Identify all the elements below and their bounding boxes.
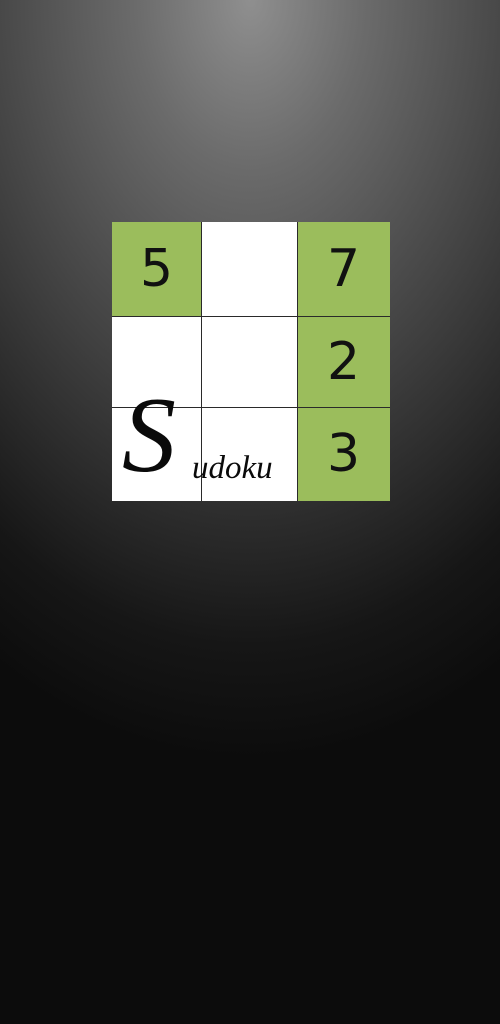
logo-wordmark-initial: S — [122, 376, 176, 495]
logo-wordmark: S udoku — [118, 382, 388, 501]
logo-wordmark-rest: udoku — [192, 450, 273, 486]
logo-cell-r0c0: 5 — [112, 222, 201, 316]
logo-cell-r0c1 — [201, 222, 297, 316]
logo-cell-r0c2: 7 — [297, 222, 390, 316]
sudoku-logo: 5 7 2 3 S udoku — [112, 222, 390, 501]
grid-line-horizontal-1 — [112, 316, 390, 317]
